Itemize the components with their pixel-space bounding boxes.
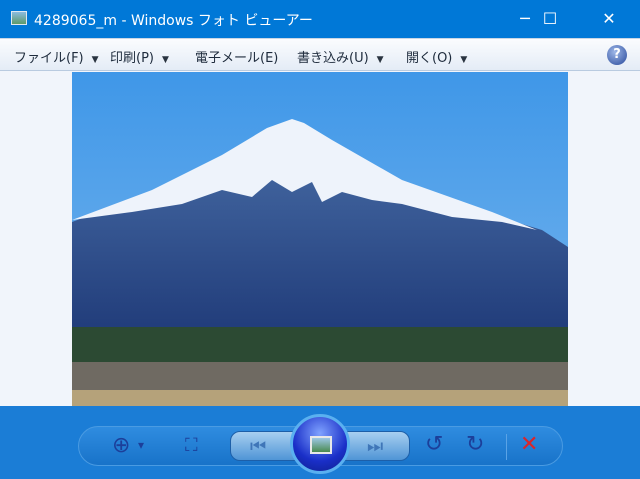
help-icon[interactable]: ? — [607, 45, 627, 65]
image-viewer — [0, 71, 640, 406]
app-icon — [11, 11, 27, 25]
menu-print-label: 印刷(P) — [110, 51, 154, 66]
menu-email[interactable]: 電子メール(E) — [195, 47, 278, 66]
title-bar[interactable]: 4289065_m - Windows フォト ビューアー ─ ☐ ✕ — [0, 0, 640, 38]
menu-burn-label: 書き込み(U) — [297, 51, 369, 66]
previous-button[interactable]: ⏮ — [250, 436, 266, 457]
maximize-button[interactable]: ☐ — [527, 0, 573, 38]
chevron-down-icon: ▼ — [460, 55, 468, 65]
next-button[interactable]: ⏭ — [367, 436, 383, 457]
menu-email-label: 電子メール(E) — [195, 51, 279, 66]
photo-mount-fuji — [72, 72, 568, 406]
menu-open-label: 開く(O) — [406, 51, 453, 66]
menu-print[interactable]: 印刷(P) ▼ — [110, 47, 169, 66]
slideshow-icon — [310, 436, 332, 454]
zoom-icon[interactable]: ⊕ — [112, 433, 130, 458]
menu-file-label: ファイル(F) — [14, 51, 84, 66]
menu-burn[interactable]: 書き込み(U) ▼ — [297, 47, 384, 66]
close-button[interactable]: ✕ — [586, 0, 632, 38]
zoom-dropdown-icon[interactable]: ▾ — [138, 438, 144, 452]
menu-open[interactable]: 開く(O) ▼ — [406, 47, 467, 66]
menu-bar: ファイル(F) ▼ 印刷(P) ▼ 電子メール(E) 書き込み(U) ▼ 開く(O) ▼… — [0, 38, 640, 71]
chevron-down-icon: ▼ — [376, 55, 384, 65]
menu-file[interactable]: ファイル(F) ▼ — [14, 47, 99, 66]
delete-icon[interactable]: ✕ — [520, 432, 538, 457]
fit-to-window-icon[interactable]: ⛶ — [185, 435, 198, 456]
chevron-down-icon: ▼ — [161, 55, 169, 65]
rotate-clockwise-icon[interactable]: ↻ — [466, 432, 484, 457]
window-title: 4289065_m - Windows フォト ビューアー — [34, 13, 313, 29]
chevron-down-icon: ▼ — [91, 55, 99, 65]
divider — [506, 434, 507, 460]
rotate-counterclockwise-icon[interactable]: ↺ — [425, 432, 443, 457]
bottom-toolbar: ⊕ ▾ ⛶ ⏮ ⏭ ↺ ↻ ✕ — [0, 406, 640, 479]
slideshow-button[interactable] — [290, 414, 350, 474]
